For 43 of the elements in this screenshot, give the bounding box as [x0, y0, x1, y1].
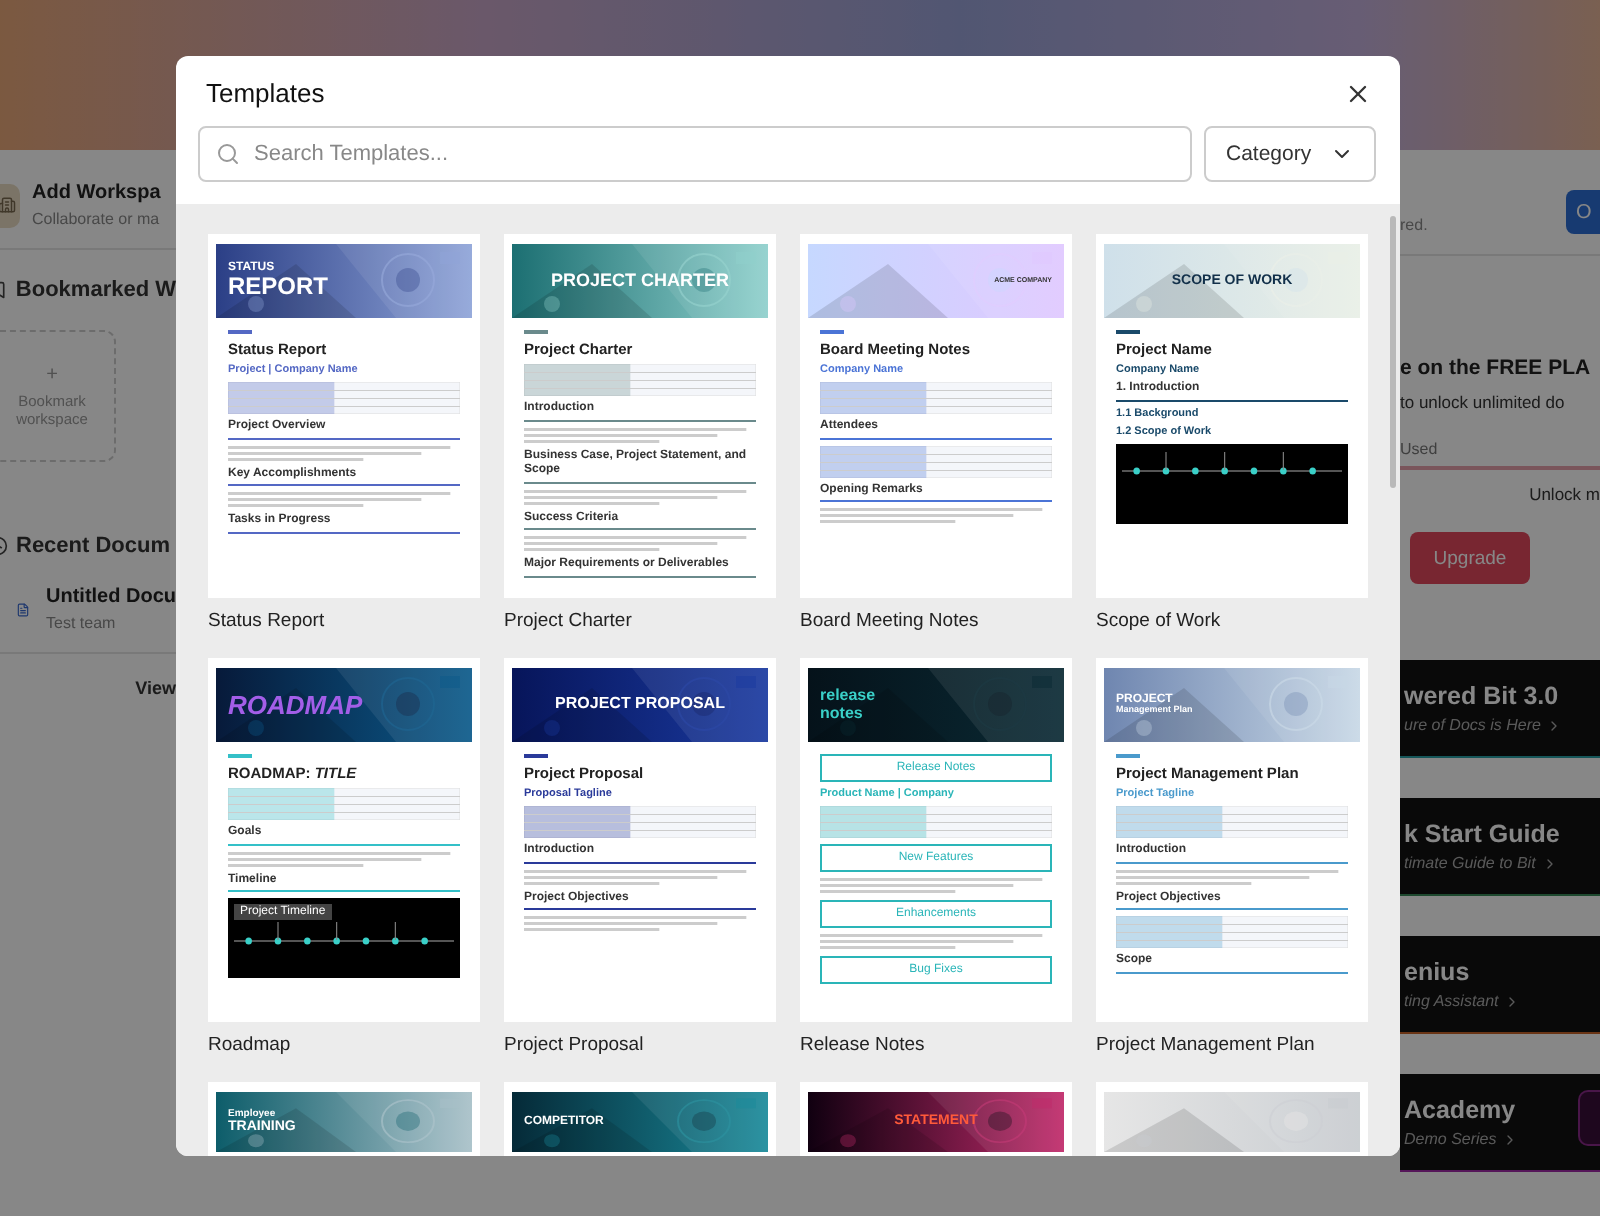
plan-text: to unlock unlimited do: [1400, 392, 1567, 412]
promo-subtitle: ure of Docs is Here: [1404, 716, 1541, 734]
tag-icon: [1578, 1090, 1600, 1146]
document-title[interactable]: Untitled Docu: [46, 586, 176, 608]
template-name: Project Proposal: [504, 1034, 646, 1056]
banner-title: ROADMAP: [228, 691, 363, 719]
promo-card[interactable]: k Start Guide timate Guide to Bit: [1400, 798, 1600, 896]
template-name: Scope of Work: [1096, 610, 1223, 632]
search-field[interactable]: Search Templates...: [198, 126, 1192, 182]
usage-label: Used: [1400, 440, 1440, 458]
plan-title: e on the FREE PLA: [1400, 356, 1593, 380]
banner-title: notes: [820, 705, 863, 722]
template-name: Status Report: [208, 610, 327, 632]
section-title: Bookmarked W: [15, 278, 176, 302]
dialog-title: Templates: [206, 78, 325, 108]
banner-title: REPORT: [228, 274, 329, 300]
category-dropdown[interactable]: Category: [1204, 126, 1376, 182]
view-link[interactable]: View: [135, 678, 176, 698]
team-name: Test team: [46, 614, 118, 632]
template-name: Board Meeting Notes: [800, 610, 981, 632]
unlock-text: Unlock m: [1529, 484, 1600, 504]
promo-subtitle: ting Assistant: [1404, 992, 1499, 1010]
promo-subtitle: Demo Series: [1404, 1130, 1497, 1148]
banner-title: PROJECT PROPOSAL: [555, 696, 725, 714]
hint-text: red.: [1400, 216, 1428, 234]
template-name: Project Charter: [504, 610, 634, 632]
workspace-title: Add Workspa: [32, 182, 161, 204]
promo-title: enius: [1404, 958, 1472, 986]
promo-card[interactable]: wered Bit 3.0 ure of Docs is Here: [1400, 660, 1600, 758]
promo-card[interactable]: enius ting Assistant: [1400, 936, 1600, 1034]
promo-title: k Start Guide: [1404, 820, 1562, 848]
section-title: Recent Docum: [16, 534, 171, 558]
workspace-hint: Collaborate or ma: [32, 210, 161, 228]
promo-card[interactable]: Academy Demo Series: [1400, 1074, 1600, 1172]
template-name: Roadmap: [208, 1034, 293, 1056]
promo-title: wered Bit 3.0: [1404, 682, 1561, 710]
template-name: Project Management Plan: [1096, 1034, 1317, 1056]
promo-subtitle: timate Guide to Bit: [1404, 854, 1536, 872]
banner-title: release: [820, 688, 876, 705]
search-icon: [216, 142, 240, 166]
template-name: Release Notes: [800, 1034, 927, 1056]
promo-title: Academy: [1404, 1096, 1518, 1124]
banner-title: PROJECT CHARTER: [550, 271, 729, 291]
